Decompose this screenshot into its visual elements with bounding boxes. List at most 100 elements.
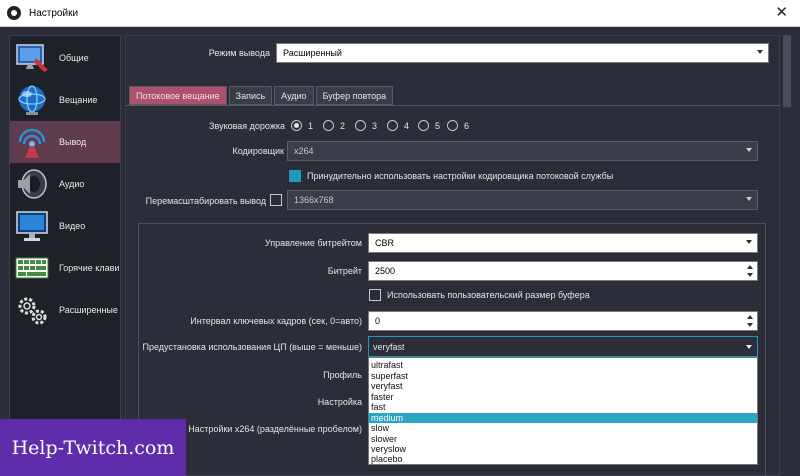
output-tabs: Потоковое вещание Запись Аудио Буфер пов… [129, 86, 395, 105]
encoder-value: x264 [294, 146, 314, 156]
dropdown-option-slow[interactable]: slow [369, 423, 757, 433]
settings-sidebar: Общие Вещание Вывод Аудио Видео Горячие … [9, 35, 121, 476]
radio-circle [291, 120, 302, 131]
tab-streaming[interactable]: Потоковое вещание [129, 86, 227, 105]
chevron-down-icon [757, 50, 763, 54]
globe-icon [18, 85, 46, 115]
sidebar-item-label: Видео [59, 221, 86, 231]
chevron-down-icon [746, 148, 752, 152]
broadcast-antenna-icon [18, 128, 46, 158]
sidebar-item-label: Вывод [59, 137, 87, 147]
output-mode-label: Режим вывода [208, 48, 270, 58]
keyframe-value: 0 [375, 316, 381, 326]
enforce-encoder-checkbox[interactable] [289, 170, 301, 182]
window-title: Настройки [29, 7, 79, 19]
output-mode-value: Расширенный [283, 48, 342, 58]
keyframe-spinbox[interactable]: 0 [368, 311, 758, 331]
audio-track-radio-4[interactable]: 4 [387, 120, 409, 131]
radio-circle [418, 120, 429, 131]
cpu-preset-select[interactable]: veryfast [368, 336, 758, 357]
sidebar-item-video[interactable]: Видео [10, 205, 120, 247]
gears-icon [18, 297, 47, 325]
sidebar-item-label: Общие [59, 53, 89, 63]
spinner-arrows-icon[interactable] [747, 264, 753, 278]
keyframe-label: Интервал ключевых кадров (сек, 0=авто) [190, 316, 362, 326]
radio-label: 3 [372, 120, 378, 131]
close-icon[interactable]: ✕ [775, 4, 788, 22]
site-watermark: Help-Twitch.com [0, 419, 186, 476]
title-bar: Настройки ✕ [0, 0, 800, 27]
audio-track-radio-2[interactable]: 2 [323, 120, 345, 131]
content-scrollbar[interactable] [781, 35, 793, 476]
rescale-select[interactable]: 1366x768 [287, 190, 758, 210]
dropdown-option-veryfast[interactable]: veryfast [369, 381, 757, 391]
rescale-label: Перемасштабировать вывод [145, 196, 266, 206]
dropdown-option-faster[interactable]: faster [369, 392, 757, 402]
sidebar-item-label: Горячие клави [59, 263, 120, 273]
chevron-down-icon [746, 345, 752, 349]
audio-track-radio-3[interactable]: 3 [355, 120, 377, 131]
chevron-down-icon [746, 197, 752, 201]
audio-track-radio-1[interactable]: 1 [291, 120, 313, 131]
dropdown-option-medium[interactable]: medium [369, 412, 757, 423]
audio-track-radio-5[interactable]: 5 [418, 120, 440, 131]
radio-circle [447, 120, 458, 131]
keyboard-icon [15, 257, 49, 279]
scrollbar-thumb[interactable] [783, 35, 791, 107]
radio-label: 1 [308, 120, 314, 131]
radio-label: 6 [464, 120, 470, 131]
output-mode-select[interactable]: Расширенный [276, 43, 769, 63]
dropdown-option-fast[interactable]: fast [369, 402, 757, 412]
sidebar-item-output[interactable]: Вывод [10, 121, 120, 163]
dropdown-option-placebo[interactable]: placebo [369, 454, 757, 464]
dropdown-option-veryslow[interactable]: veryslow [369, 444, 757, 454]
x264-options-label: Настройки x264 (разделённые пробелом) [188, 424, 362, 434]
sidebar-item-label: Вещание [59, 95, 98, 105]
radio-circle [355, 120, 366, 131]
rescale-value: 1366x768 [294, 195, 334, 205]
radio-label: 5 [435, 120, 441, 131]
dropdown-option-slower[interactable]: slower [369, 434, 757, 444]
enforce-encoder-label: Принудительно использовать настройки код… [307, 171, 614, 181]
audio-track-label: Звуковая дорожка [209, 121, 285, 131]
encoder-select[interactable]: x264 [287, 141, 758, 161]
radio-circle [323, 120, 334, 131]
bitrate-spinbox[interactable]: 2500 [368, 261, 758, 281]
sidebar-item-audio[interactable]: Аудио [10, 163, 120, 205]
sidebar-item-label: Аудио [59, 179, 85, 189]
rate-control-value: CBR [375, 238, 395, 248]
tab-replay-buffer[interactable]: Буфер повтора [315, 86, 394, 105]
speaker-icon [18, 169, 47, 199]
profile-label: Профиль [323, 370, 362, 380]
dropdown-option-superfast[interactable]: superfast [369, 371, 757, 381]
tune-label: Настройка [317, 397, 362, 407]
cpu-preset-label: Предустановка использования ЦП (выше = м… [142, 342, 362, 352]
monitor-gear-icon [16, 44, 48, 72]
bitrate-value: 2500 [375, 266, 396, 276]
sidebar-item-advanced[interactable]: Расширенные [10, 289, 120, 331]
rescale-checkbox[interactable] [270, 194, 282, 206]
rate-control-select[interactable]: CBR [368, 233, 758, 253]
chevron-down-icon [746, 240, 752, 244]
monitor-icon [16, 211, 48, 241]
rate-control-label: Управление битрейтом [264, 238, 362, 248]
custom-buffer-checkbox[interactable] [369, 289, 381, 301]
cpu-preset-value: veryfast [373, 341, 405, 352]
encoder-label: Кодировщик [232, 146, 285, 156]
sidebar-item-stream[interactable]: Вещание [10, 79, 120, 121]
sidebar-item-hotkeys[interactable]: Горячие клави [10, 247, 120, 289]
bitrate-label: Битрейт [327, 266, 362, 276]
custom-buffer-label: Использовать пользовательский размер буф… [387, 290, 590, 300]
sidebar-item-label: Расширенные [59, 305, 118, 315]
radio-label: 4 [404, 120, 410, 131]
radio-circle [387, 120, 398, 131]
dropdown-option-ultrafast[interactable]: ultrafast [369, 360, 757, 370]
tab-recording[interactable]: Запись [228, 86, 273, 105]
obs-logo-icon [7, 6, 21, 20]
sidebar-item-general[interactable]: Общие [10, 37, 120, 79]
settings-window: Настройки ✕ Общие Вещание Вывод Аудио Ви… [0, 0, 800, 476]
spinner-arrows-icon[interactable] [747, 314, 753, 328]
tab-audio[interactable]: Аудио [274, 86, 314, 105]
radio-label: 2 [340, 120, 346, 131]
audio-track-radio-6[interactable]: 6 [447, 120, 469, 131]
